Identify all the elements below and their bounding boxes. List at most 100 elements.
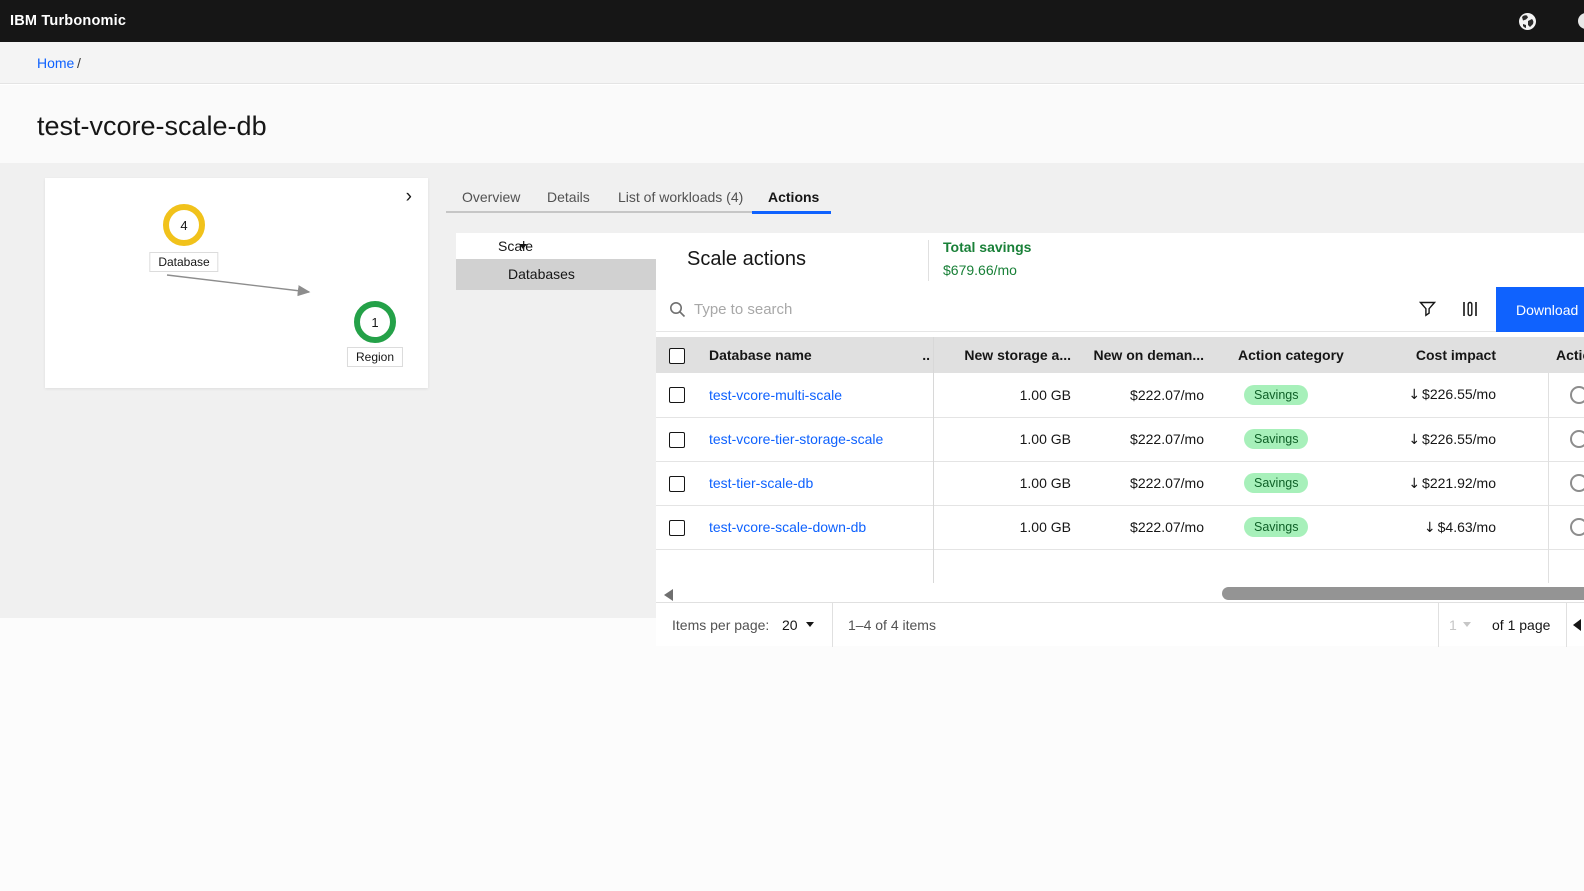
database-name-link[interactable]: test-vcore-tier-storage-scale [709, 431, 883, 447]
tab-overview[interactable]: Overview [462, 189, 520, 205]
action-circle-icon[interactable] [1570, 518, 1584, 536]
table-toolbar: Download [656, 287, 1584, 332]
items-per-page-select[interactable]: 20 [782, 617, 798, 633]
brand-prefix: IBM [10, 13, 37, 29]
breadcrumb-home-link[interactable]: Home [37, 55, 74, 71]
col-truncated[interactable]: .. [910, 337, 933, 373]
top-header-bar: IBM Turbonomic [0, 0, 1584, 42]
tab-details[interactable]: Details [547, 189, 590, 205]
new-on-demand-cell: $222.07/mo [1083, 373, 1218, 417]
savings-badge: Savings [1244, 473, 1308, 493]
cost-impact-value: $226.55/mo [1422, 431, 1496, 447]
page-title: test-vcore-scale-db [37, 111, 267, 142]
col-action[interactable]: Action [1548, 337, 1584, 373]
content-background-lower [0, 618, 1584, 891]
horizontal-scrollbar-thumb[interactable] [1222, 587, 1584, 600]
new-storage-cell: 1.00 GB [933, 505, 1083, 549]
savings-badge: Savings [1244, 385, 1308, 405]
row-checkbox[interactable] [669, 432, 685, 448]
breadcrumb: Home / [0, 42, 1584, 84]
brand-name: Turbonomic [41, 13, 126, 29]
row-checkbox[interactable] [669, 520, 685, 536]
select-all-checkbox[interactable] [669, 348, 685, 364]
title-bar: test-vcore-scale-db [0, 85, 1584, 163]
brand-logo[interactable]: IBM Turbonomic [10, 0, 126, 42]
new-on-demand-cell: $222.07/mo [1083, 505, 1218, 549]
new-storage-cell: 1.00 GB [933, 373, 1083, 417]
items-range-text: 1–4 of 4 items [848, 617, 936, 633]
pager-divider [1438, 603, 1439, 647]
table-row: test-vcore-multi-scale 1.00 GB $222.07/m… [656, 373, 1584, 417]
previous-page-chevron-icon[interactable] [1573, 619, 1581, 631]
col-new-storage[interactable]: New storage a... [933, 337, 1083, 373]
cost-impact-value: $221.92/mo [1422, 475, 1496, 491]
table-row: test-vcore-tier-storage-scale 1.00 GB $2… [656, 417, 1584, 461]
database-name-link[interactable]: test-tier-scale-db [709, 475, 813, 491]
new-on-demand-cell: $222.07/mo [1083, 417, 1218, 461]
partial-avatar-icon[interactable] [1578, 13, 1584, 29]
globe-icon[interactable] [1518, 12, 1537, 31]
page-number-caret-icon[interactable] [1463, 622, 1471, 627]
expand-panel-chevron-icon[interactable]: › [406, 186, 412, 208]
table-row: test-vcore-scale-down-db 1.00 GB $222.07… [656, 505, 1584, 549]
scale-actions-table: Database name .. New storage a... New on… [656, 337, 1584, 550]
action-circle-icon[interactable] [1570, 386, 1584, 404]
database-node-count: 4 [180, 218, 187, 233]
new-on-demand-cell: $222.07/mo [1083, 461, 1218, 505]
caret-down-icon [519, 244, 527, 249]
row-checkbox[interactable] [669, 476, 685, 492]
scale-actions-panel: Scale actions Total savings $679.66/mo [656, 233, 1584, 646]
active-tab-indicator [752, 211, 831, 214]
cost-down-arrow-icon: ↓ [1408, 476, 1420, 492]
header-divider [928, 240, 929, 281]
subnav-group-scale[interactable]: Scale [456, 233, 656, 259]
col-new-on-demand[interactable]: New on deman... [1083, 337, 1218, 373]
items-per-page-caret-icon[interactable] [806, 622, 814, 627]
search-icon [669, 301, 686, 318]
table-row: test-tier-scale-db 1.00 GB $222.07/mo Sa… [656, 461, 1584, 505]
new-storage-cell: 1.00 GB [933, 417, 1083, 461]
col-database-name[interactable]: Database name [700, 337, 910, 373]
total-savings-label: Total savings [943, 239, 1031, 255]
database-node-label: Database [149, 252, 218, 272]
tab-actions[interactable]: Actions [768, 189, 819, 205]
filter-button[interactable] [1405, 287, 1449, 331]
subnav-item-databases[interactable]: Databases [456, 259, 656, 290]
database-name-link[interactable]: test-vcore-multi-scale [709, 387, 842, 403]
region-node-count: 1 [371, 315, 378, 330]
action-column-divider [1548, 337, 1549, 583]
cost-impact-value: $226.55/mo [1422, 386, 1496, 402]
page-number-select[interactable]: 1 [1449, 617, 1457, 633]
row-checkbox[interactable] [669, 387, 685, 403]
pagination-bar: Items per page: 20 1–4 of 4 items 1 of 1… [656, 602, 1584, 646]
tab-list-of-workloads[interactable]: List of workloads (4) [618, 189, 743, 205]
action-circle-icon[interactable] [1570, 474, 1584, 492]
savings-badge: Savings [1244, 517, 1308, 537]
topology-card: › 4 Database 1 Region [45, 178, 428, 388]
app-root: IBM Turbonomic Home / test-vcore-scale-d… [0, 0, 1584, 891]
breadcrumb-separator: / [77, 55, 81, 71]
panel-title: Scale actions [687, 248, 806, 271]
region-node[interactable]: 1 [354, 301, 396, 343]
download-button[interactable]: Download [1496, 287, 1584, 332]
subnav-group-label: Scale [498, 238, 533, 254]
cost-down-arrow-icon: ↓ [1424, 520, 1436, 536]
total-savings-value: $679.66/mo [943, 262, 1017, 278]
items-per-page-label: Items per page: [672, 617, 769, 633]
savings-badge: Savings [1244, 429, 1308, 449]
col-action-category[interactable]: Action category [1218, 337, 1345, 373]
scroll-left-arrow[interactable] [664, 589, 673, 601]
database-name-link[interactable]: test-vcore-scale-down-db [709, 519, 866, 535]
subnav-item-label: Databases [508, 266, 575, 282]
tab-underline-track [446, 211, 752, 213]
action-circle-icon[interactable] [1570, 430, 1584, 448]
database-node[interactable]: 4 [163, 204, 205, 246]
search-input[interactable] [694, 292, 1394, 326]
col-cost-impact[interactable]: Cost impact [1345, 337, 1548, 373]
frozen-column-divider [933, 337, 934, 583]
column-settings-icon [1462, 301, 1478, 317]
cost-impact-value: $4.63/mo [1438, 519, 1496, 535]
region-node-label: Region [347, 347, 403, 367]
column-settings-button[interactable] [1448, 287, 1492, 331]
filter-funnel-icon [1419, 301, 1436, 317]
